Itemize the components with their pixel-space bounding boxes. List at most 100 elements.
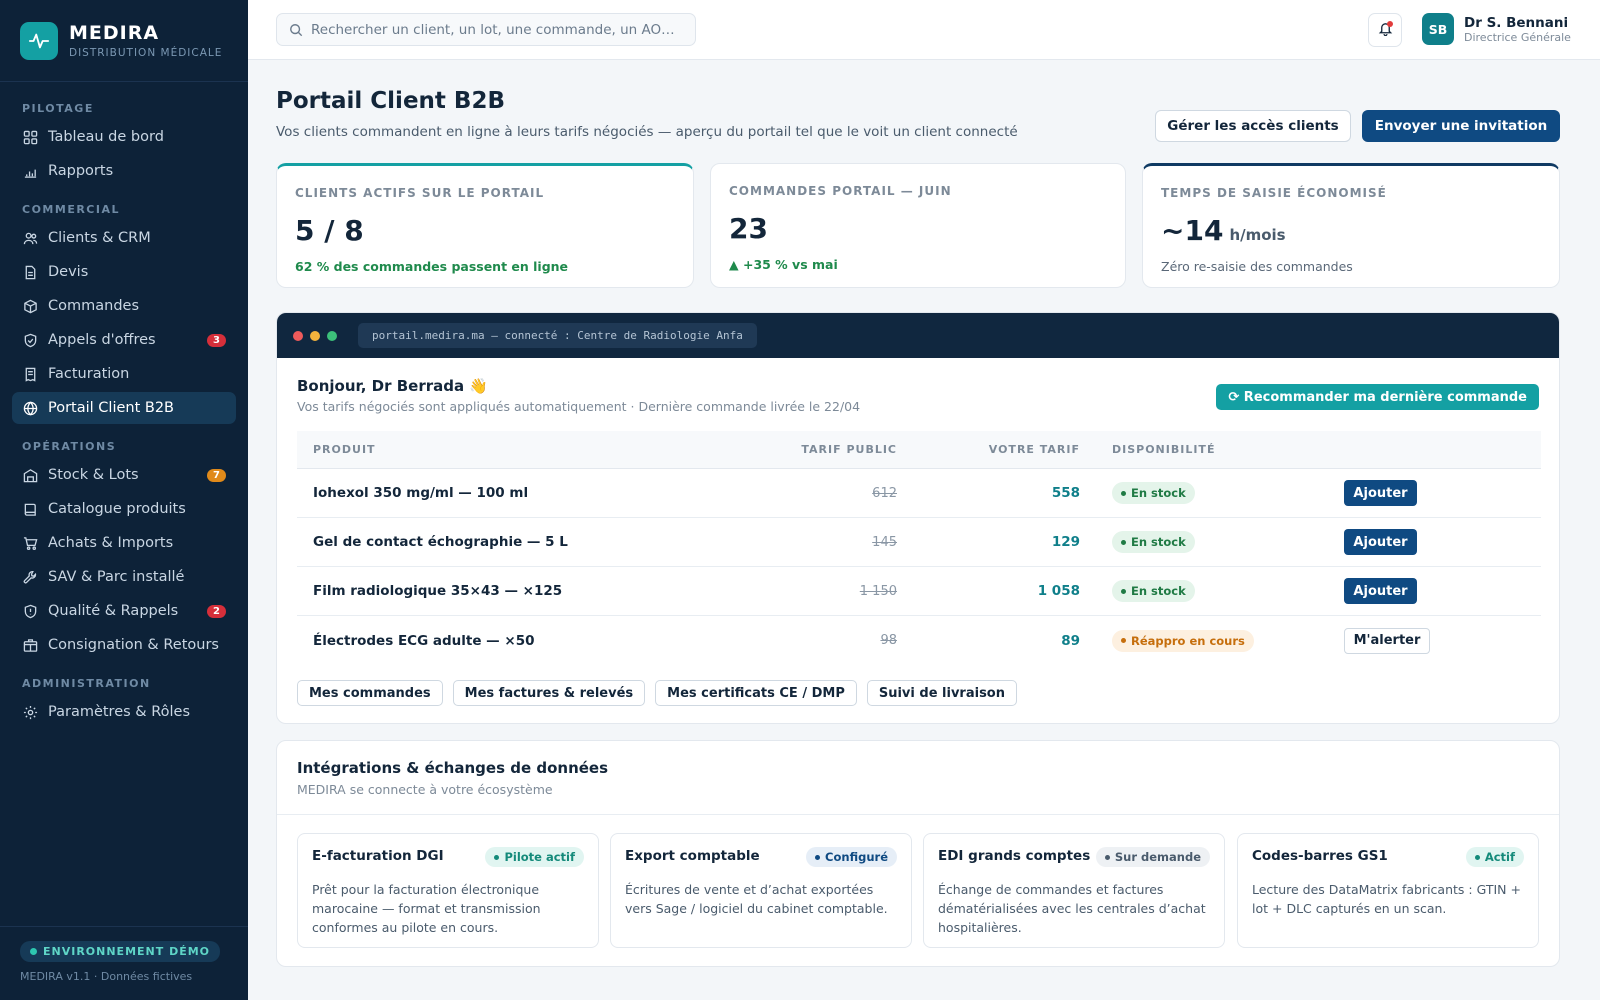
send-invitation-button[interactable]: Envoyer une invitation [1362, 110, 1560, 142]
gear-icon [22, 704, 38, 720]
grid-icon [22, 129, 38, 145]
kpi-card-time-saved: TEMPS DE SAISIE ÉCONOMISÉ ~14 h/mois Zéro… [1142, 163, 1560, 288]
table-row: Électrodes ECG adulte — ×50 98 89 Réappr… [297, 616, 1541, 665]
availability-cell: En stock [1080, 531, 1344, 553]
table-row: Gel de contact échographie — 5 L 145 129… [297, 518, 1541, 567]
portal-greeting-subtitle: Vos tarifs négociés sont appliqués autom… [297, 399, 861, 414]
kpi-value: 5 / 8 [295, 214, 364, 247]
sidebar-item-catalogue-produits[interactable]: Catalogue produits [12, 493, 236, 525]
portal-preview: portail.medira.ma — connecté : Centre de… [276, 312, 1560, 724]
search-box[interactable] [276, 13, 696, 46]
sidebar-item-clients-crm[interactable]: Clients & CRM [12, 222, 236, 254]
product-table: PRODUIT TARIF PUBLIC VOTRE TARIF DISPONI… [297, 431, 1541, 665]
table-row: Iohexol 350 mg/ml — 100 ml 612 558 En st… [297, 469, 1541, 518]
users-icon [22, 230, 38, 246]
bar-chart-icon [22, 163, 38, 179]
product-name: Iohexol 350 mg/ml — 100 ml [313, 485, 529, 501]
sidebar-item-devis[interactable]: Devis [12, 256, 236, 288]
integrations-title: Intégrations & échanges de données [297, 759, 609, 777]
kpi-unit: h/mois [1229, 226, 1286, 244]
status-label: Pilote actif [504, 850, 575, 864]
sidebar-item-achats-imports[interactable]: Achats & Imports [12, 527, 236, 559]
notify-me-button[interactable]: M'alerter [1344, 627, 1430, 654]
sidebar-item-parametres-roles[interactable]: Paramètres & Rôles [12, 696, 236, 728]
manage-access-button[interactable]: Gérer les accès clients [1155, 110, 1351, 142]
sidebar-item-appels-offres[interactable]: Appels d'offres 3 [12, 324, 236, 356]
status-dot-icon [30, 948, 37, 955]
column-header-your-price: VOTRE TARIF [988, 443, 1080, 456]
sidebar-item-label: Portail Client B2B [48, 400, 175, 416]
brand-subtitle: DISTRIBUTION MÉDICALE [69, 47, 223, 59]
availability-cell: En stock [1080, 482, 1344, 504]
sidebar-item-label: Tableau de bord [48, 129, 164, 145]
my-orders-link[interactable]: Mes commandes [297, 680, 443, 706]
action-cell: M'alerter [1344, 627, 1541, 654]
public-price: 98 [880, 633, 897, 648]
notifications-button[interactable] [1368, 13, 1402, 47]
kpi-note: 62 % des commandes passent en ligne [295, 259, 569, 274]
table-row: Film radiologique 35×43 — ×125 1 150 1 0… [297, 567, 1541, 616]
sidebar-item-tableau-de-bord[interactable]: Tableau de bord [12, 121, 236, 153]
page-subtitle: Vos clients commandent en ligne à leurs … [276, 124, 1018, 140]
status-badge: Pilote actif [485, 847, 584, 867]
cart-icon [22, 535, 38, 551]
status-dot-icon [1121, 638, 1126, 643]
sidebar-item-label: Rapports [48, 163, 114, 179]
sidebar-item-label: Devis [48, 264, 89, 280]
url-bar[interactable]: portail.medira.ma — connecté : Centre de… [358, 323, 757, 348]
page-title: Portail Client B2B [276, 88, 505, 114]
environment-label: ENVIRONNEMENT DÉMO [43, 945, 211, 958]
sidebar-item-facturation[interactable]: Facturation [12, 358, 236, 390]
card-description: Prêt pour la facturation électronique ma… [312, 882, 541, 935]
status-badge: Sur demande [1095, 847, 1210, 867]
nav-section-administration: ADMINISTRATION [22, 677, 151, 690]
my-invoices-link[interactable]: Mes factures & relevés [452, 680, 646, 706]
integration-card-accounting-export[interactable]: Export comptable Configuré Écritures de … [610, 833, 912, 948]
reorder-last-order-button[interactable]: ⟳ Recommander ma dernière commande [1216, 384, 1539, 410]
table-header: PRODUIT TARIF PUBLIC VOTRE TARIF DISPONI… [297, 431, 1541, 469]
sidebar-item-label: Appels d'offres [48, 332, 156, 348]
status-dot-icon [494, 854, 500, 860]
card-description: Lecture des DataMatrix fabricants : GTIN… [1252, 882, 1521, 916]
status-dot-icon [1121, 588, 1126, 594]
sidebar-item-portail-client-b2b[interactable]: Portail Client B2B [12, 392, 236, 424]
add-to-cart-button[interactable]: Ajouter [1344, 529, 1417, 555]
integration-card-gs1-barcodes[interactable]: Codes-barres GS1 Actif Lecture des DataM… [1237, 833, 1539, 948]
count-badge: 3 [207, 333, 226, 347]
sidebar-item-qualite-rappels[interactable]: Qualité & Rappels 2 [12, 595, 236, 627]
brand-name: MEDIRA [69, 22, 160, 44]
my-certificates-link[interactable]: Mes certificats CE / DMP [655, 680, 857, 706]
avatar[interactable]: SB [1422, 13, 1454, 45]
action-cell: Ajouter [1344, 578, 1541, 604]
sidebar-item-consignation-retours[interactable]: Consignation & Retours [12, 629, 236, 661]
delivery-tracking-link[interactable]: Suivi de livraison [866, 680, 1017, 706]
sidebar-item-commandes[interactable]: Commandes [12, 290, 236, 322]
divider [277, 814, 1559, 815]
column-header-product: PRODUIT [313, 443, 376, 456]
integration-card-e-invoicing[interactable]: E-facturation DGI Pilote actif Prêt pour… [297, 833, 599, 948]
sidebar-item-label: Qualité & Rappels [48, 603, 179, 619]
status-badge: En stock [1112, 482, 1195, 504]
sidebar-item-sav-parc[interactable]: SAV & Parc installé [12, 561, 236, 593]
window-minimize-dot [310, 330, 320, 341]
integrations-subtitle: MEDIRA se connecte à votre écosystème [297, 782, 553, 797]
column-header-availability: DISPONIBILITÉ [1112, 443, 1216, 456]
sidebar-item-rapports[interactable]: Rapports [12, 155, 236, 187]
status-badge: En stock [1112, 580, 1195, 602]
status-label: En stock [1131, 486, 1186, 500]
sidebar-item-label: Achats & Imports [48, 535, 174, 551]
add-to-cart-button[interactable]: Ajouter [1344, 480, 1417, 506]
sidebar-item-stock-lots[interactable]: Stock & Lots 7 [12, 459, 236, 491]
brand[interactable]: MEDIRA DISTRIBUTION MÉDICALE [0, 0, 248, 82]
user-name[interactable]: Dr S. Bennani [1464, 15, 1568, 31]
column-header-public-price: TARIF PUBLIC [801, 443, 897, 456]
public-price: 1 150 [859, 583, 897, 599]
card-description: Écritures de vente et d’achat exportées … [625, 882, 888, 916]
product-name: Film radiologique 35×43 — ×125 [313, 583, 563, 599]
integration-card-edi[interactable]: EDI grands comptes Sur demande Échange d… [923, 833, 1225, 948]
add-to-cart-button[interactable]: Ajouter [1344, 578, 1417, 604]
kpi-value: 23 [729, 212, 768, 245]
search-input[interactable] [311, 21, 683, 38]
kpi-label: TEMPS DE SAISIE ÉCONOMISÉ [1161, 186, 1387, 200]
status-dot-icon [1474, 854, 1480, 860]
